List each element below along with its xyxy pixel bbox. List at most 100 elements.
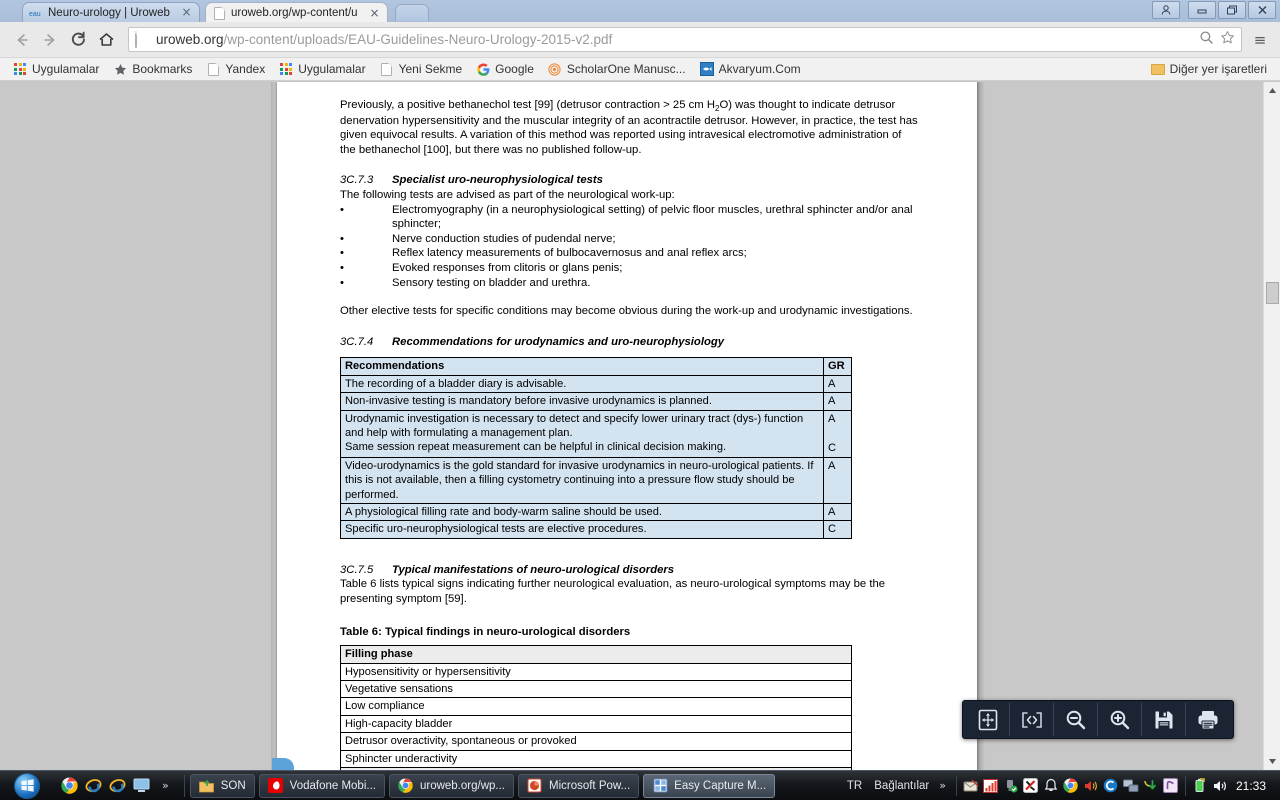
internet-explorer-icon-2[interactable] [108, 776, 127, 795]
bookmark-label: Akvaryum.Com [718, 62, 801, 76]
browser-tab-0-close-icon[interactable]: × [180, 6, 193, 19]
paragraph-bethanechol: Previously, a positive bethanechol test … [340, 98, 920, 157]
table-row: Non-invasive testing is mandatory before… [340, 392, 852, 411]
column-header-gr: GR [823, 357, 852, 376]
address-bar-path: /wp-content/uploads/EAU-Guidelines-Neuro… [223, 32, 613, 47]
links-toolbar-label[interactable]: Bağlantılar [870, 780, 933, 792]
bookmark-yandex[interactable]: Yandex [199, 59, 272, 80]
paragraph-other-elective: Other elective tests for specific condit… [340, 305, 913, 318]
paragraph-part-a: Previously, a positive bethanechol test … [340, 99, 715, 111]
bullet-marker: • [340, 232, 344, 245]
other-bookmarks-label: Diğer yer işaretleri [1169, 62, 1267, 76]
recommendation-grade: A [823, 409, 852, 441]
address-bar-domain: uroweb.org [156, 32, 224, 47]
forward-button[interactable] [36, 26, 64, 54]
table-row: A physiological filling rate and body-wa… [340, 502, 852, 522]
bookmark-star-icon[interactable] [1220, 30, 1235, 49]
list-item-label: Sensory testing on bladder and urethra. [392, 276, 591, 289]
back-button[interactable] [8, 26, 36, 54]
home-button[interactable] [92, 26, 120, 54]
vodafone-icon [268, 778, 284, 794]
save-button[interactable] [1142, 703, 1186, 736]
start-button[interactable] [0, 771, 54, 800]
volume-icon[interactable] [1211, 777, 1229, 795]
notes-icon[interactable] [1162, 777, 1180, 795]
print-button[interactable] [1186, 703, 1230, 736]
reload-button[interactable] [64, 26, 92, 54]
bookmark-label: Bookmarks [132, 62, 193, 76]
taskbar-button-chrome-uroweb[interactable]: uroweb.org/wp... [388, 773, 514, 798]
vertical-scrollbar[interactable] [1263, 82, 1280, 770]
fit-width-button[interactable] [1010, 703, 1054, 736]
table-row: High-capacity bladder [340, 714, 852, 734]
links-overflow-icon[interactable]: » [933, 779, 952, 792]
chrome-menu-button[interactable]: ≡ [1248, 27, 1272, 53]
bookmark-uygulamalar-1[interactable]: Uygulamalar [6, 59, 106, 80]
akvaryum-icon [699, 62, 714, 76]
recommendation-text: Non-invasive testing is mandatory before… [340, 392, 824, 411]
table-row: Sphincter underactivity [340, 749, 852, 769]
user-profile-button[interactable] [1152, 1, 1180, 19]
zoom-in-button[interactable] [1098, 703, 1142, 736]
taskbar-button-easycapture[interactable]: Easy Capture M... [643, 773, 776, 798]
recommendation-text: Urodynamic investigation is necessary to… [340, 409, 824, 441]
scroll-up-arrow-icon[interactable] [1264, 82, 1280, 99]
google-g-icon [476, 62, 490, 76]
bell-icon[interactable] [1042, 777, 1060, 795]
language-indicator[interactable]: TR [839, 780, 870, 792]
battery-icon[interactable] [1191, 777, 1209, 795]
new-tab-button[interactable] [395, 4, 429, 21]
zoom-out-button[interactable] [1054, 703, 1098, 736]
quick-launch-overflow-icon[interactable]: » [156, 779, 175, 792]
section-heading-3c73: 3C.7.3 Specialist uro-neurophysiological… [340, 173, 920, 188]
chrome-tray-icon[interactable] [1062, 777, 1080, 795]
scroll-down-arrow-icon[interactable] [1264, 753, 1280, 770]
address-bar[interactable]: uroweb.org/wp-content/uploads/EAU-Guidel… [128, 27, 1242, 52]
signal-bars-icon[interactable] [982, 777, 1000, 795]
screen: eau Neuro-urology | Uroweb × uroweb.org/… [0, 0, 1280, 800]
bookmark-uygulamalar-2[interactable]: Uygulamalar [272, 59, 372, 80]
chrome-icon[interactable] [60, 776, 79, 795]
recommendation-grade: C [823, 440, 852, 458]
speaker-red-icon[interactable] [1082, 777, 1100, 795]
taskbar-button-vodafone[interactable]: Vodafone Mobi... [258, 773, 385, 798]
internet-explorer-icon[interactable] [84, 776, 103, 795]
apps-grid-icon [13, 62, 27, 76]
window-controls [1152, 1, 1276, 19]
bookmark-google[interactable]: Google [469, 59, 541, 80]
taskbar-button-powerpoint[interactable]: Microsoft Pow... [517, 773, 640, 798]
taskbar-button-son[interactable]: SON [189, 773, 255, 798]
bookmark-yeni-sekme[interactable]: Yeni Sekme [373, 59, 470, 80]
list-item: • Electromyography (in a neurophysiologi… [340, 203, 920, 232]
browser-tab-1[interactable]: uroweb.org/wp-content/u × [205, 2, 388, 23]
fit-page-button[interactable] [966, 703, 1010, 736]
sidebar-toggle-handle[interactable] [272, 758, 294, 770]
browser-tab-1-close-icon[interactable]: × [368, 7, 381, 20]
page-security-icon [135, 30, 149, 48]
minimize-button[interactable] [1188, 1, 1216, 19]
pdf-page-content: Previously, a positive bethanechol test … [340, 98, 920, 770]
maximize-restore-button[interactable] [1218, 1, 1246, 19]
show-desktop-icon[interactable] [132, 776, 151, 795]
search-zoom-icon[interactable] [1199, 30, 1214, 49]
download-icon[interactable] [1142, 777, 1160, 795]
scrollbar-thumb[interactable] [1266, 282, 1279, 304]
kaspersky-icon[interactable] [1022, 777, 1040, 795]
bookmark-akvaryum[interactable]: Akvaryum.Com [693, 59, 808, 80]
usb-safely-remove-icon[interactable] [1002, 777, 1020, 795]
bookmark-bookmarks[interactable]: Bookmarks [106, 59, 199, 80]
table-row: Filling phase [340, 645, 852, 664]
table6-caption: Table 6: Typical findings in neuro-urolo… [340, 625, 631, 638]
taskbar-clock[interactable]: 21:33 [1230, 779, 1274, 793]
folder-icon [1150, 62, 1165, 76]
close-window-button[interactable] [1248, 1, 1276, 19]
list-item: • Evoked responses from clitoris or glan… [340, 261, 920, 276]
bookmark-scholarone[interactable]: ScholarOne Manusc... [541, 59, 693, 80]
pdf-floating-toolbar [962, 700, 1234, 739]
network-monitor-icon[interactable] [1122, 777, 1140, 795]
recommendation-text: Video-urodynamics is the gold standard f… [340, 456, 824, 504]
mail-icon[interactable] [962, 777, 980, 795]
other-bookmarks-folder[interactable]: Diğer yer işaretleri [1144, 59, 1274, 80]
c-blue-icon[interactable] [1102, 777, 1120, 795]
browser-tab-0[interactable]: eau Neuro-urology | Uroweb × [22, 2, 200, 22]
